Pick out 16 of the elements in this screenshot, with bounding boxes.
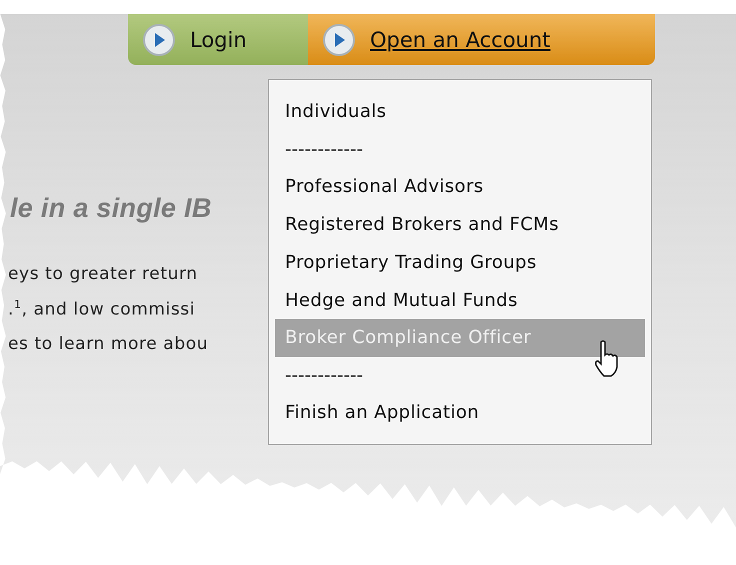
paragraph-line: .$^{1}$, and low commissi [8, 298, 196, 320]
menu-separator: ------------ [284, 364, 364, 388]
play-icon [322, 22, 356, 56]
heading: le in a single IB [10, 193, 212, 224]
menu-item[interactable]: Hedge and Mutual Funds [275, 281, 645, 319]
open-account-button[interactable]: Open an Account [308, 14, 655, 65]
menu-separator: ------------ [284, 138, 364, 162]
login-button[interactable]: Login [128, 14, 308, 65]
play-icon [142, 22, 176, 56]
paragraph-line: eys to greater return [8, 264, 198, 284]
menu-item[interactable]: Individuals [275, 93, 645, 131]
paragraph-line: es to learn more abou [8, 334, 208, 354]
menu-item[interactable]: Registered Brokers and FCMs [275, 205, 645, 244]
menu-item[interactable]: Finish an Application [275, 393, 645, 432]
menu-item[interactable]: Proprietary Trading Groups [275, 243, 645, 282]
menu-item[interactable]: Professional Advisors [275, 167, 645, 206]
